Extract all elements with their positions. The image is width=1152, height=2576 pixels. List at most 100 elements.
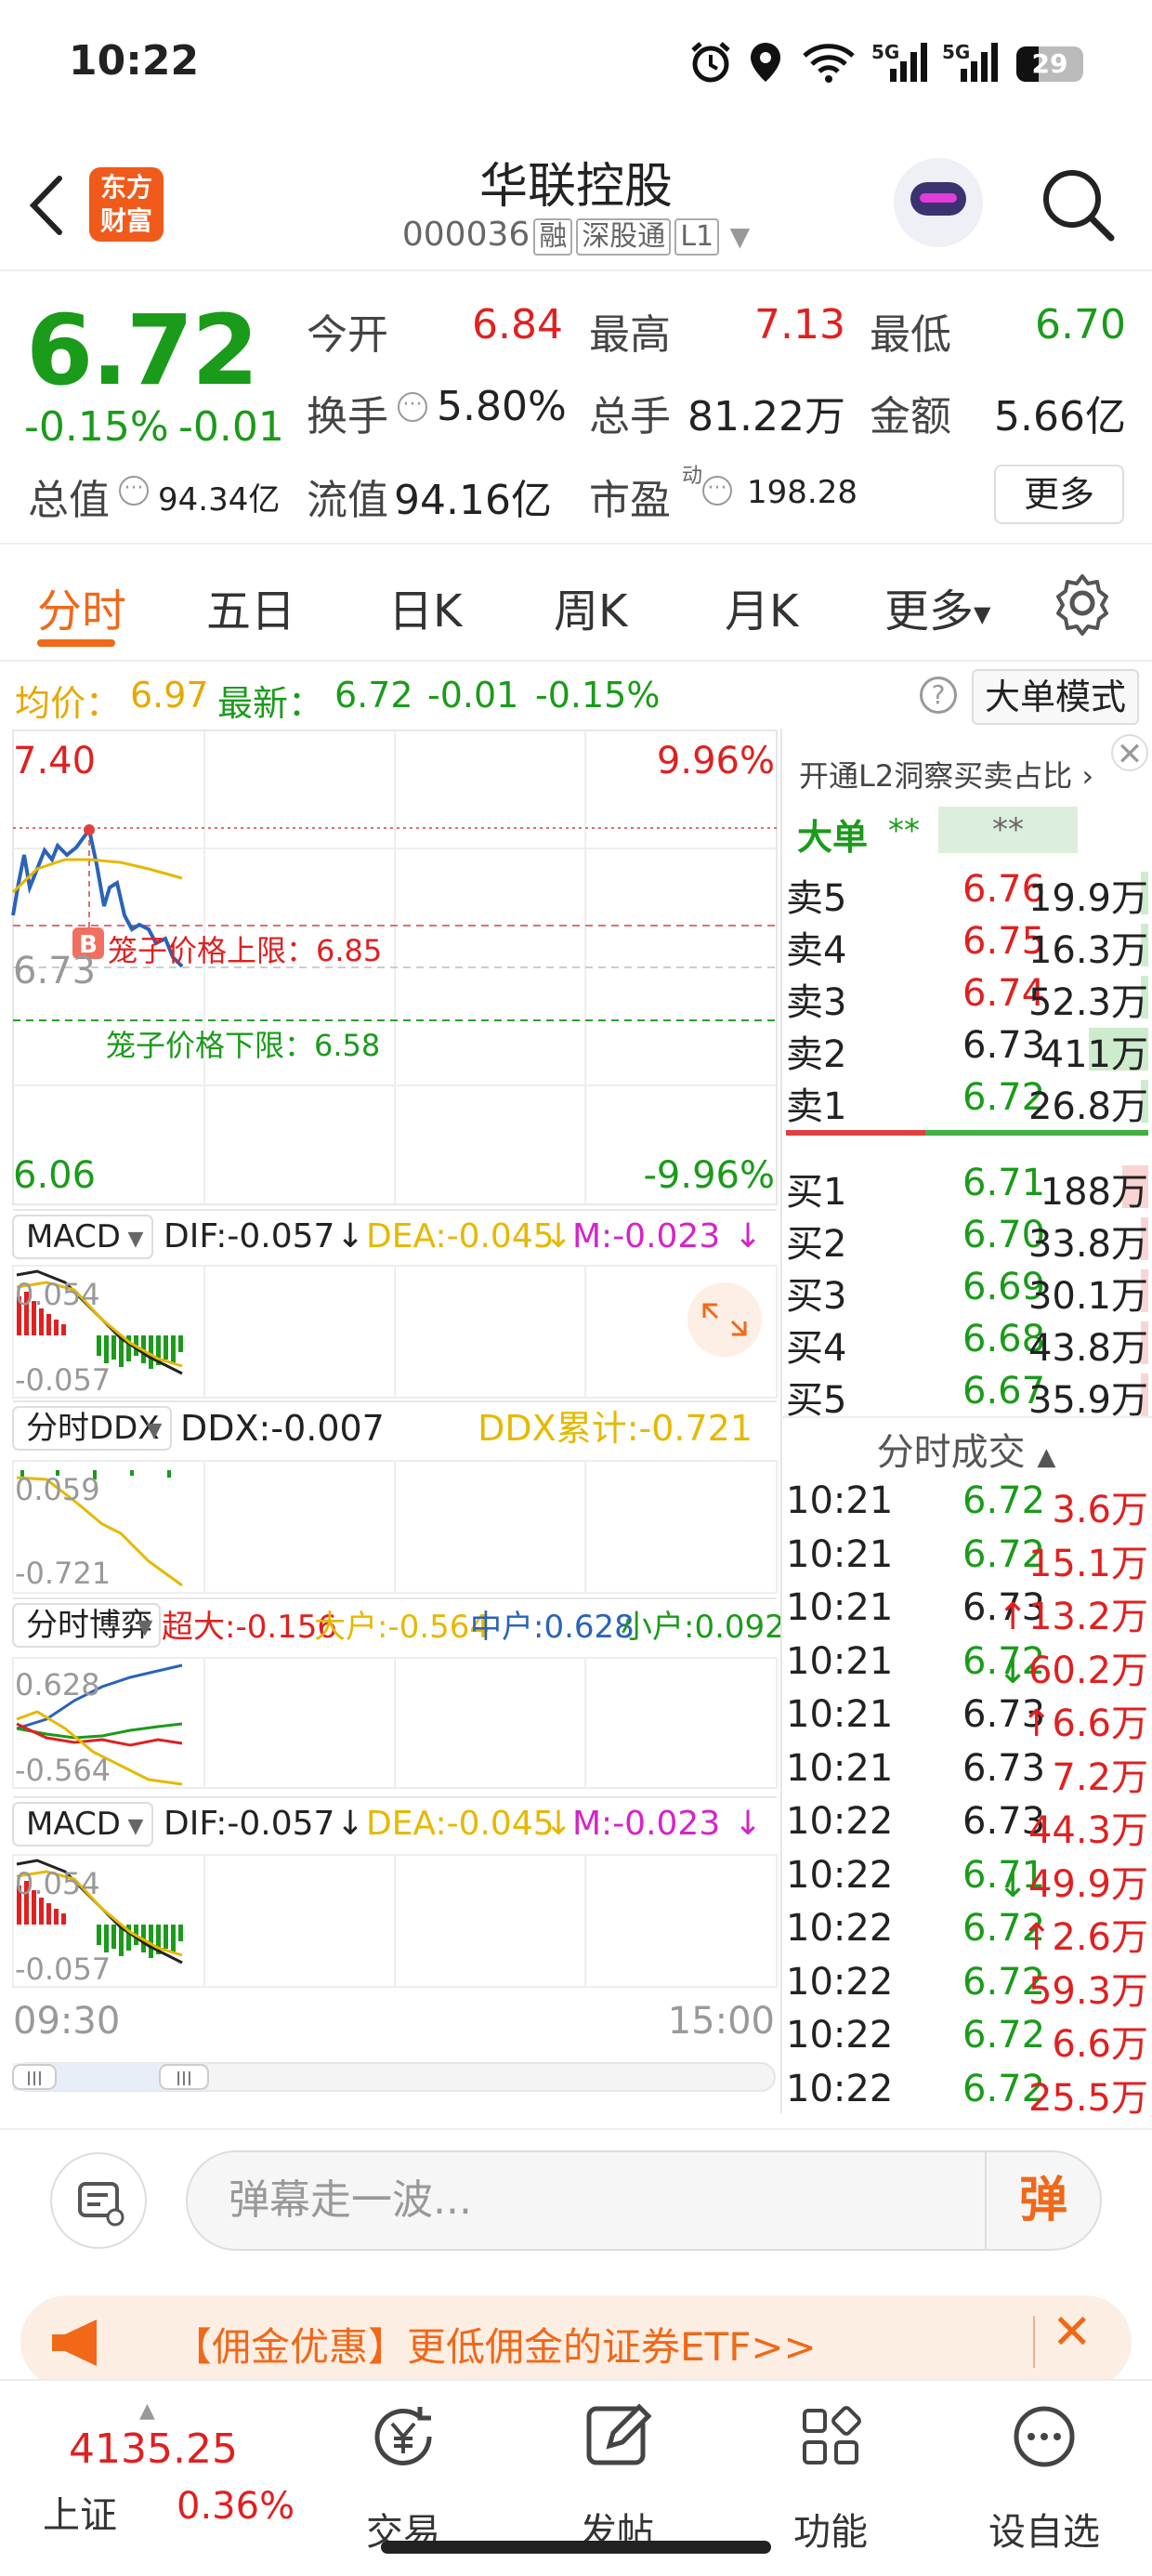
nav-add-watchlist[interactable]: 设自选	[970, 2399, 1119, 2556]
latest-pct: -0.15%	[535, 675, 661, 716]
axis-top-pct: 9.96%	[657, 740, 775, 782]
ask-row-1[interactable]: 卖5 6.76 19.9万	[786, 868, 1148, 920]
latest-change: -0.01	[427, 675, 519, 716]
close-icon[interactable]: ✕	[1111, 734, 1148, 773]
trade-time: 10:21	[786, 1693, 894, 1736]
trade-row[interactable]: 10:21 6.72 ↓60.2万	[786, 1640, 1148, 1694]
ask-row-3[interactable]: 卖3 6.74 52.3万	[786, 972, 1148, 1024]
big-order-mode-button[interactable]: 大单模式	[972, 669, 1139, 725]
turnover-label: 换手	[307, 393, 388, 440]
search-icon[interactable]	[1037, 164, 1119, 245]
volume-value: 81.22万	[687, 393, 845, 440]
high-value: 7.13	[754, 301, 845, 348]
latest-label: 最新：	[217, 683, 324, 724]
caret-up-icon: ▲	[139, 2399, 155, 2423]
tab-weekly-k[interactable]: 周K	[554, 574, 627, 639]
bid-row-5[interactable]: 买5 6.67 35.9万	[786, 1370, 1148, 1422]
promo-banner[interactable]: 【佣金优惠】更低佣金的证券ETF>> ✕	[20, 2295, 1132, 2388]
trade-row[interactable]: 10:22 6.71 ↓49.9万	[786, 1854, 1148, 1908]
settings-gear-icon[interactable]	[1050, 571, 1115, 636]
trade-volume: 59.3万	[1028, 1961, 1148, 2015]
trade-volume-text: 25.5万	[1028, 2076, 1148, 2120]
ask-label: 卖3	[786, 981, 847, 1024]
bid-row-2[interactable]: 买2 6.70 33.8万	[786, 1214, 1148, 1266]
macd2-name: MACD	[26, 1806, 121, 1843]
trade-row[interactable]: 10:22 6.72 59.3万	[786, 1961, 1148, 2015]
tab-monthly-k[interactable]: 月K	[725, 574, 798, 639]
stock-header: 东方 财富 华联控股 000036 融深股通 L1 ▼	[0, 139, 1152, 271]
nav-post[interactable]: 发帖	[543, 2399, 691, 2556]
danmu-toggle-button[interactable]: 弹	[985, 2152, 1100, 2249]
mktcap-value: 94.34亿	[158, 481, 281, 519]
trade-row[interactable]: 10:22 6.72 25.5万	[786, 2068, 1148, 2122]
trade-time: 10:22	[786, 1800, 894, 1843]
tab-daily-k[interactable]: 日K	[388, 574, 462, 639]
ask-row-2[interactable]: 卖4 6.75 16.3万	[786, 920, 1148, 972]
triangle-up-icon: ▲	[1037, 1443, 1056, 1471]
trade-volume: ↑2.6万	[1021, 1907, 1148, 1961]
trade-row[interactable]: 10:21 6.73 7.2万	[786, 1747, 1148, 1801]
nav-trade[interactable]: 交易	[329, 2399, 478, 2556]
game-name: 分时博弈	[26, 1607, 152, 1644]
bid-row-1[interactable]: 买1 6.71 188万	[786, 1162, 1148, 1214]
trade-row[interactable]: 10:22 6.73 44.3万	[786, 1800, 1148, 1854]
nav-features[interactable]: 功能	[756, 2399, 905, 2556]
trade-row[interactable]: 10:22 6.72 6.6万	[786, 2014, 1148, 2068]
promo-close-icon[interactable]: ✕	[1052, 2305, 1093, 2360]
bid-volume: 30.1万	[1028, 1275, 1148, 1318]
tab-five-day[interactable]: 五日	[206, 574, 295, 639]
intraday-chart[interactable]: B 笼子价格上限：6.85 笼子价格下限：6.58 7.40 9.96% 6.7…	[0, 725, 780, 2128]
apps-grid-icon	[803, 2406, 861, 2464]
tab-intraday[interactable]: 分时	[37, 574, 126, 639]
bid-volume: 33.8万	[1028, 1223, 1148, 1266]
trade-row[interactable]: 10:21 6.73 ↑6.6万	[786, 1693, 1148, 1747]
comment-settings-button[interactable]	[50, 2152, 147, 2249]
info-dots-icon-2[interactable]: ···	[119, 476, 149, 506]
help-icon[interactable]: ?	[920, 677, 957, 714]
svg-text:↓: ↓	[336, 1217, 364, 1255]
index-ticker[interactable]: ▲ 4135.25 上证 0.36%	[37, 2399, 316, 2567]
trade-volume-text: 44.3万	[1028, 1809, 1148, 1852]
svg-text:↓: ↓	[734, 1217, 762, 1255]
bid-row-4[interactable]: 买4 6.68 43.8万	[786, 1318, 1148, 1370]
trade-row[interactable]: 10:21 6.73 ↑13.2万	[786, 1586, 1148, 1640]
trade-row[interactable]: 10:22 6.72 ↑2.6万	[786, 1907, 1148, 1961]
amount-value: 5.66亿	[994, 393, 1126, 440]
trade-time: 10:22	[786, 1960, 894, 2004]
danmu-input[interactable]: 弹幕走一波...	[186, 2150, 1102, 2251]
macd1-dea: DEA:-0.045	[366, 1217, 555, 1255]
l2-insight-link[interactable]: 开通L2洞察买卖占比 ›	[799, 753, 1093, 795]
more-button[interactable]: 更多	[994, 465, 1124, 524]
dropdown-triangle-icon: ▼	[729, 221, 751, 252]
pe-label: 市盈	[589, 477, 671, 524]
more-dots-circle-icon	[1014, 2406, 1075, 2467]
robot-avatar[interactable]	[894, 158, 983, 247]
trade-direction-arrow: ↑	[1020, 1916, 1053, 1959]
trade-volume: 3.6万	[1052, 1479, 1148, 1533]
bid-volume: 43.8万	[1028, 1327, 1148, 1370]
trade-time: 10:21	[786, 1532, 894, 1576]
axis-bottom-pct: -9.96%	[643, 1154, 775, 1197]
tab-more[interactable]: 更多▼	[884, 574, 990, 639]
cage-lower-label: 笼子价格下限：6.58	[106, 1028, 380, 1063]
trade-volume-text: 60.2万	[1028, 1649, 1148, 1692]
trades-header[interactable]: 分时成交 ▲	[780, 1422, 1152, 1476]
volume-label: 总手	[589, 393, 671, 440]
low-label: 最低	[870, 311, 951, 359]
trade-row[interactable]: 10:21 6.72 3.6万	[786, 1479, 1148, 1533]
trade-row[interactable]: 10:21 6.72 15.1万	[786, 1533, 1148, 1587]
trade-volume-text: 13.2万	[1028, 1596, 1148, 1638]
megaphone-icon	[52, 2320, 97, 2366]
info-dots-icon[interactable]: ···	[398, 392, 427, 422]
big-order-value-2: **	[938, 807, 1078, 853]
battery-icon: 29	[1016, 46, 1083, 82]
info-dots-icon-3[interactable]: ···	[702, 476, 732, 506]
bid-row-3[interactable]: 买3 6.69 30.1万	[786, 1266, 1148, 1318]
macd1-name: MACD	[26, 1218, 121, 1255]
trade-volume: 6.6万	[1052, 2014, 1148, 2068]
stock-code-row[interactable]: 000036 融深股通 L1 ▼	[0, 216, 1152, 256]
high-marker	[84, 824, 95, 835]
trade-time: 10:21	[786, 1479, 894, 1522]
ask-row-5[interactable]: 卖1 6.72 26.8万	[786, 1076, 1148, 1128]
ask-row-4[interactable]: 卖2 6.73 411万	[786, 1024, 1148, 1076]
